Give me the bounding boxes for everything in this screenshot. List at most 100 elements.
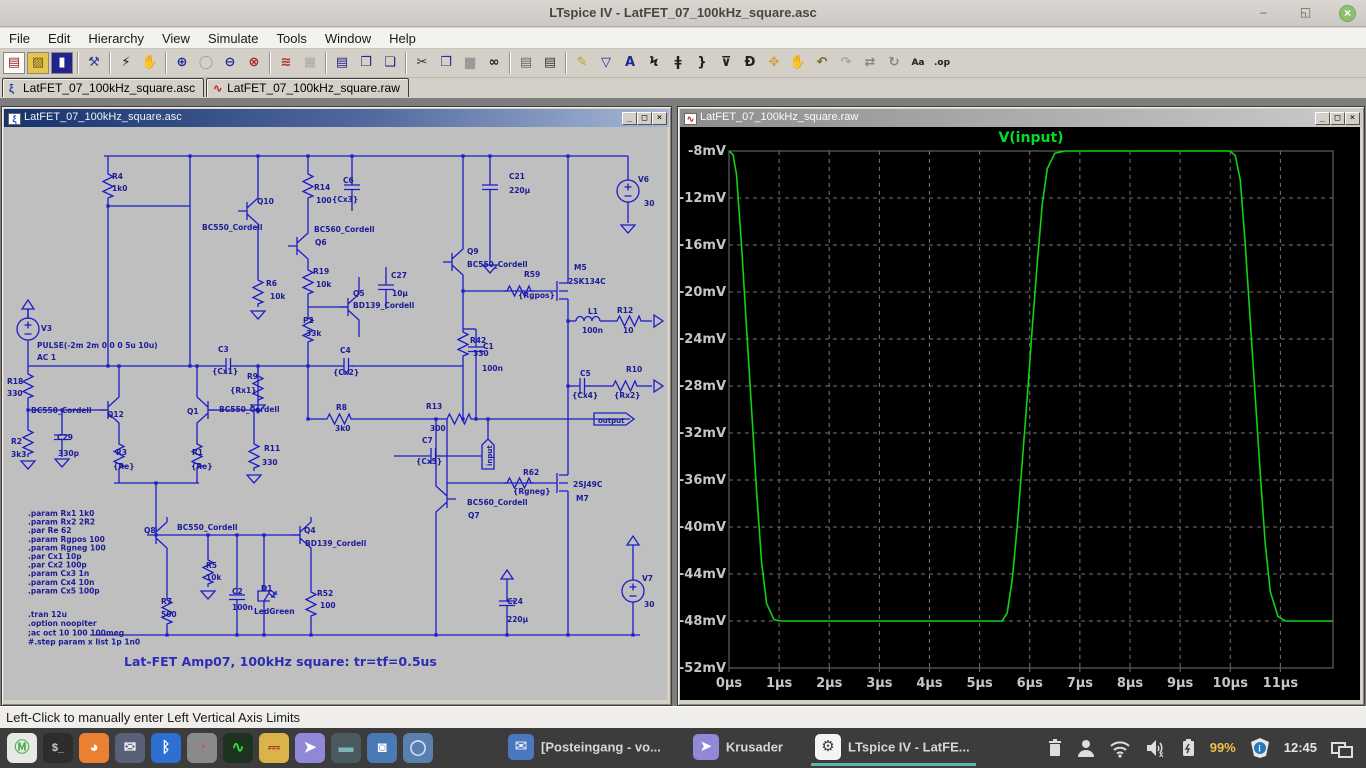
menu-window[interactable]: Window: [316, 28, 380, 49]
save-icon[interactable]: ▮: [51, 52, 73, 74]
cascade-icon[interactable]: ❏: [379, 52, 401, 74]
close-button[interactable]: ×: [1339, 5, 1356, 22]
tab-waveform[interactable]: ∿LatFET_07_100kHz_square.raw: [206, 78, 409, 97]
task-ltspice[interactable]: ⚙LTspice IV - LatFE...: [807, 728, 980, 768]
diode-icon[interactable]: ⊽: [715, 52, 737, 74]
maximize-button[interactable]: ◱: [1297, 5, 1314, 22]
wire-icon[interactable]: ✎: [571, 52, 593, 74]
component-label: R10: [626, 365, 642, 374]
schematic-window[interactable]: ξLatFET_07_100kHz_square.asc _□× R41k0Q1…: [1, 106, 672, 706]
menu-help[interactable]: Help: [380, 28, 425, 49]
control-panel-hammer-icon[interactable]: ⚒: [83, 52, 105, 74]
new-schematic-icon[interactable]: ▤: [3, 52, 25, 74]
rotate-icon[interactable]: ↻: [883, 52, 905, 74]
trace-legend[interactable]: V(input): [998, 130, 1063, 146]
component-label: Q8: [144, 526, 156, 535]
waveform-window[interactable]: ∿LatFET_07_100kHz_square.raw _□× -8mV-12…: [677, 106, 1365, 706]
zoom-full-icon[interactable]: ◯: [195, 52, 217, 74]
mint-menu-icon[interactable]: Ⓜ: [7, 733, 37, 763]
component-label: BD139_Cordell: [305, 539, 366, 548]
schematic-minimize-button[interactable]: _: [622, 112, 637, 125]
schematic-canvas[interactable]: R41k0Q10BC550_CordellR14100C6{Cx3}BC560_…: [4, 127, 667, 700]
mail-launcher-icon[interactable]: ✉: [115, 733, 145, 763]
schematic-window-titlebar[interactable]: ξLatFET_07_100kHz_square.asc _□×: [4, 109, 669, 127]
undo-icon[interactable]: ↶: [811, 52, 833, 74]
shield-icon[interactable]: i: [1250, 738, 1270, 758]
tile-horizontal-icon[interactable]: ▤: [331, 52, 353, 74]
trash-icon[interactable]: [1047, 738, 1063, 758]
menu-view[interactable]: View: [153, 28, 199, 49]
move-icon[interactable]: ✥: [763, 52, 785, 74]
menu-simulate[interactable]: Simulate: [199, 28, 268, 49]
zoom-out-icon[interactable]: ⊖: [219, 52, 241, 74]
window-titlebar[interactable]: LTspice IV - LatFET_07_100kHz_square.asc…: [0, 0, 1366, 27]
color-wheel-icon[interactable]: ◔: [187, 733, 217, 763]
resistor-icon[interactable]: Ϟ: [643, 52, 665, 74]
redo-icon[interactable]: ↷: [835, 52, 857, 74]
menu-tools[interactable]: Tools: [268, 28, 316, 49]
waveform-window-controls[interactable]: _□×: [1315, 111, 1360, 125]
bluetooth-icon[interactable]: ᛒ: [151, 733, 181, 763]
paste-icon[interactable]: ▆: [459, 52, 481, 74]
workspaces-icon[interactable]: [1331, 738, 1353, 758]
print-icon[interactable]: ▤: [539, 52, 561, 74]
component-label: 100: [316, 196, 332, 205]
waveform-minimize-button[interactable]: _: [1315, 112, 1330, 125]
browser-circle-icon[interactable]: ◯: [403, 733, 433, 763]
tile-vertical-icon[interactable]: ❐: [355, 52, 377, 74]
autorange-icon[interactable]: ≋: [275, 52, 297, 74]
minimize-button[interactable]: –: [1255, 5, 1272, 22]
volume-muted-icon[interactable]: x: [1145, 738, 1167, 758]
waveform-window-titlebar[interactable]: ∿LatFET_07_100kHz_square.raw _□×: [680, 109, 1362, 127]
waveform-close-button[interactable]: ×: [1345, 112, 1360, 125]
open-file-icon[interactable]: ▨: [27, 52, 49, 74]
tab-schematic[interactable]: ξLatFET_07_100kHz_square.asc: [2, 78, 204, 97]
pan-icon[interactable]: ▦: [299, 52, 321, 74]
zoom-in-icon[interactable]: ⊕: [171, 52, 193, 74]
menu-file[interactable]: File: [0, 28, 39, 49]
waveform-plot-area[interactable]: -8mV-12mV-16mV-20mV-24mV-28mV-32mV-36mV-…: [680, 127, 1360, 700]
schematic-window-controls[interactable]: _□×: [622, 111, 667, 125]
zoom-clear-icon[interactable]: ⊗: [243, 52, 265, 74]
component-label: R8: [336, 403, 347, 412]
firefox-icon[interactable]: ◕: [79, 733, 109, 763]
component-label: 100n: [582, 326, 603, 335]
capacitor-icon[interactable]: ǂ: [667, 52, 689, 74]
menu-edit[interactable]: Edit: [39, 28, 79, 49]
spice-directive-icon[interactable]: .op: [931, 52, 953, 74]
drag-icon[interactable]: ✋: [787, 52, 809, 74]
copy-icon[interactable]: ❐: [435, 52, 457, 74]
slate-app-icon[interactable]: ▬: [331, 733, 361, 763]
ground-icon[interactable]: ▽: [595, 52, 617, 74]
task-krusader[interactable]: ➤Krusader: [685, 728, 793, 768]
toolbar-separator: [109, 52, 111, 74]
run-icon[interactable]: ⚡: [115, 52, 137, 74]
print-setup-icon[interactable]: ▤: [515, 52, 537, 74]
cut-icon[interactable]: ✂: [411, 52, 433, 74]
component-label: Q12: [107, 410, 124, 419]
status-bar: Left-Click to manually enter Left Vertic…: [0, 706, 1366, 728]
ltspice-launcher-icon[interactable]: ⎓: [259, 733, 289, 763]
clock[interactable]: 12:45: [1284, 738, 1317, 758]
schematic-maximize-button[interactable]: □: [637, 112, 652, 125]
file-manager-icon[interactable]: ➤: [295, 733, 325, 763]
halt-icon[interactable]: ✋: [139, 52, 161, 74]
component-label: BC560_Cordell: [314, 225, 375, 234]
find-icon[interactable]: ∞: [483, 52, 505, 74]
mirror-icon[interactable]: ⇄: [859, 52, 881, 74]
oscilloscope-icon[interactable]: ∿: [223, 733, 253, 763]
wifi-icon[interactable]: [1109, 738, 1131, 758]
inductor-icon[interactable]: }: [691, 52, 713, 74]
terminal-icon[interactable]: $_: [43, 733, 73, 763]
battery-icon[interactable]: [1181, 738, 1196, 758]
schematic-close-button[interactable]: ×: [652, 112, 667, 125]
net-label-icon[interactable]: A: [619, 52, 641, 74]
waveform-maximize-button[interactable]: □: [1330, 112, 1345, 125]
task-mail[interactable]: ✉[Posteingang - vo...: [500, 728, 671, 768]
screenshot-icon[interactable]: ◙: [367, 733, 397, 763]
component-icon[interactable]: Ð: [739, 52, 761, 74]
menu-hierarchy[interactable]: Hierarchy: [79, 28, 153, 49]
user-icon[interactable]: [1077, 738, 1095, 758]
text-icon[interactable]: Aa: [907, 52, 929, 74]
component-label: C1: [483, 342, 494, 351]
